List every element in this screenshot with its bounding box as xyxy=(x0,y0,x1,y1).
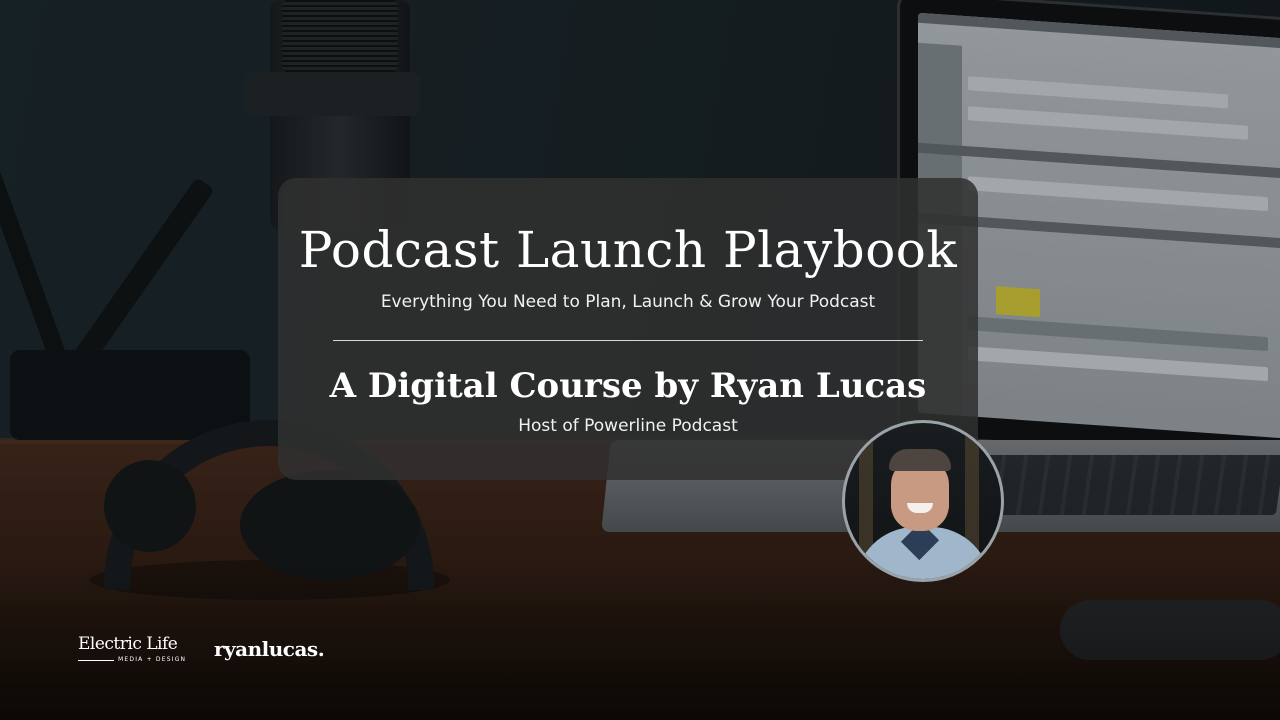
host-avatar xyxy=(842,420,1004,582)
divider xyxy=(333,340,923,341)
title-card: Podcast Launch Playbook Everything You N… xyxy=(278,178,978,480)
electric-life-logo-rule xyxy=(78,660,114,661)
course-byline: A Digital Course by Ryan Lucas xyxy=(329,366,927,406)
electric-life-logo-name: Electric Life xyxy=(78,634,178,654)
electric-life-logo-tagline: MEDIA + DESIGN xyxy=(118,656,187,663)
host-line: Host of Powerline Podcast xyxy=(518,416,738,436)
course-subtitle: Everything You Need to Plan, Launch & Gr… xyxy=(380,292,876,312)
electric-life-logo: Electric Life MEDIA + DESIGN xyxy=(78,634,188,668)
avatar-hair xyxy=(889,449,951,471)
ryan-lucas-logo: ryanlucas. xyxy=(214,637,325,661)
course-title: Podcast Launch Playbook xyxy=(298,221,958,279)
